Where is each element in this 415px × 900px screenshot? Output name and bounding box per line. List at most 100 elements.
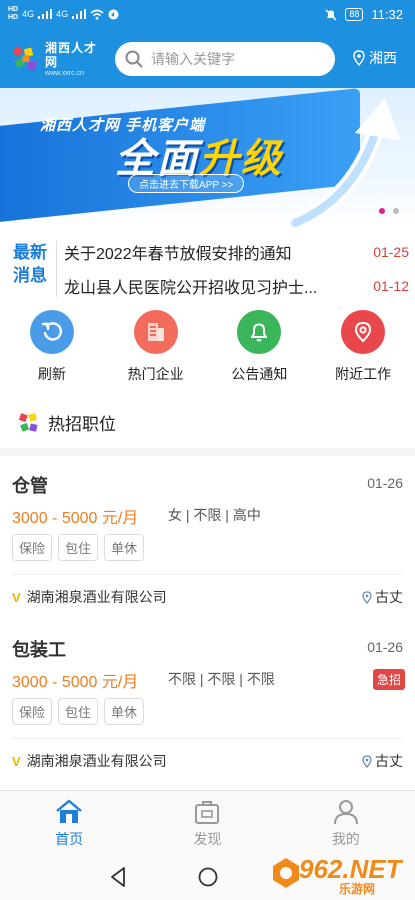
section-title: 热招职位 [48, 415, 116, 434]
quick-menu: 刷新 热门企业 公告通知 附近工作 [0, 310, 415, 394]
home-button-icon[interactable] [197, 866, 219, 888]
job-tag: 保险 [12, 698, 53, 725]
user-icon [333, 800, 358, 825]
tab-mine[interactable]: 我的 [277, 791, 415, 854]
carousel-indicator [379, 208, 399, 214]
company-name: V 湖南湘泉酒业有限公司 [12, 753, 167, 769]
divider [12, 738, 403, 739]
location-pin-icon [362, 754, 372, 768]
job-tag: 保险 [12, 534, 53, 561]
logo-subtitle: www.xxrc.cn [45, 70, 84, 77]
status-bar: HD HD 4G 4G 88 11:32 [0, 0, 415, 30]
download-app-button[interactable]: 点击进去下载APP >> [128, 174, 245, 193]
home-icon [56, 799, 82, 823]
quick-label: 附近工作 [335, 366, 392, 382]
news-item[interactable]: 龙山县人民医院公开招收见习护士... 01-12 [64, 271, 409, 301]
carousel-dot[interactable] [379, 208, 385, 214]
network-label: 4G [22, 9, 35, 19]
hd-label: HD [8, 14, 19, 21]
refresh-icon [29, 310, 74, 354]
signal-icon [38, 9, 53, 19]
quick-item-announcements[interactable]: 公告通知 [208, 310, 312, 394]
news-label: 最新 消息 [13, 243, 47, 285]
search-icon [125, 50, 143, 68]
clock: 11:32 [371, 7, 403, 22]
job-tag: 包住 [58, 698, 99, 725]
job-location: 古丈 [362, 751, 403, 771]
job-requirements: 女 | 不限 | 高中 [168, 507, 261, 523]
status-left: HD HD 4G 4G [8, 6, 119, 22]
job-date: 01-26 [367, 639, 403, 655]
quick-label: 刷新 [37, 366, 66, 382]
job-card[interactable]: 仓管 01-26 3000 - 5000 元/月 女 | 不限 | 高中 保险 … [0, 456, 415, 612]
section-header-hot-jobs: 热招职位 [18, 410, 116, 435]
news-date: 01-25 [373, 244, 409, 260]
quick-item-nearby-jobs[interactable]: 附近工作 [311, 310, 415, 394]
news-ticker: 最新 消息 关于2022年春节放假安排的通知 01-25 龙山县人民医院公开招收… [0, 235, 415, 303]
briefcase-icon [195, 801, 220, 824]
quick-item-hot-companies[interactable]: 热门企业 [104, 310, 208, 394]
hd-label: HD [8, 6, 19, 13]
job-location: 古丈 [362, 587, 403, 607]
job-salary: 3000 - 5000 元/月 [12, 674, 139, 691]
mute-icon [325, 9, 337, 20]
signal-icon [72, 9, 87, 19]
job-date: 01-26 [367, 475, 403, 491]
company-name: V 湖南湘泉酒业有限公司 [12, 589, 167, 605]
watermark-logo [273, 858, 299, 888]
job-title: 仓管 [12, 476, 48, 496]
quick-label: 公告通知 [231, 366, 288, 382]
divider [12, 574, 403, 575]
nav-label: 首页 [55, 831, 84, 847]
news-title: 关于2022年春节放假安排的通知 [64, 246, 292, 263]
data-saver-icon [108, 9, 119, 19]
job-tag: 单休 [104, 534, 145, 561]
battery-level: 88 [345, 8, 364, 21]
wifi-icon [90, 9, 104, 20]
search-box[interactable] [115, 42, 335, 76]
back-icon[interactable] [108, 866, 128, 888]
job-title: 包装工 [12, 640, 66, 660]
bell-icon [237, 310, 282, 354]
search-input[interactable] [151, 51, 321, 67]
quick-item-refresh[interactable]: 刷新 [0, 310, 104, 394]
location-label: 湘西 [369, 50, 397, 66]
network-label: 4G [56, 9, 69, 19]
nav-label: 我的 [331, 831, 360, 847]
hot-jobs-icon [18, 412, 38, 432]
location-pin-icon [362, 590, 372, 604]
job-tags: 保险 包住 单休 [12, 534, 145, 561]
job-salary: 3000 - 5000 元/月 [12, 510, 139, 527]
logo-title: 湘西人才网 [45, 41, 98, 69]
watermark-subtext: 乐游网 [339, 882, 376, 896]
job-requirements: 不限 | 不限 | 不限 [168, 671, 275, 687]
location-pin-icon [341, 310, 386, 354]
location-selector[interactable]: 湘西 [353, 48, 397, 68]
news-item[interactable]: 关于2022年春节放假安排的通知 01-25 [64, 237, 409, 267]
location-pin-icon [353, 50, 365, 66]
quick-label: 热门企业 [127, 366, 184, 382]
logo[interactable]: 湘西人才网 www.xxrc.cn [12, 41, 108, 78]
bottom-nav: 首页 发现 我的 [0, 790, 415, 854]
section-separator [0, 448, 415, 456]
building-icon [133, 310, 178, 354]
nav-label: 发现 [193, 831, 222, 847]
tab-home[interactable]: 首页 [0, 791, 138, 854]
news-title: 龙山县人民医院公开招收见习护士... [64, 280, 318, 297]
job-tags: 保险 包住 单休 [12, 698, 145, 725]
arrow-up-icon [287, 98, 400, 228]
status-right: 88 11:32 [325, 7, 403, 22]
watermark: 962.NET 乐游网 [271, 852, 411, 896]
app-header: 湘西人才网 www.xxrc.cn 湘西 [0, 30, 415, 88]
urgent-badge: 急招 [372, 669, 405, 690]
verified-icon: V [12, 753, 21, 769]
tab-discover[interactable]: 发现 [138, 791, 276, 854]
job-card[interactable]: 包装工 01-26 3000 - 5000 元/月 不限 | 不限 | 不限 急… [0, 620, 415, 788]
job-tag: 单休 [104, 698, 145, 725]
divider [56, 241, 57, 297]
job-tag: 包住 [58, 534, 99, 561]
carousel-dot[interactable] [393, 208, 399, 214]
verified-icon: V [12, 589, 21, 605]
news-date: 01-12 [373, 278, 409, 294]
logo-mark-icon [12, 46, 37, 71]
